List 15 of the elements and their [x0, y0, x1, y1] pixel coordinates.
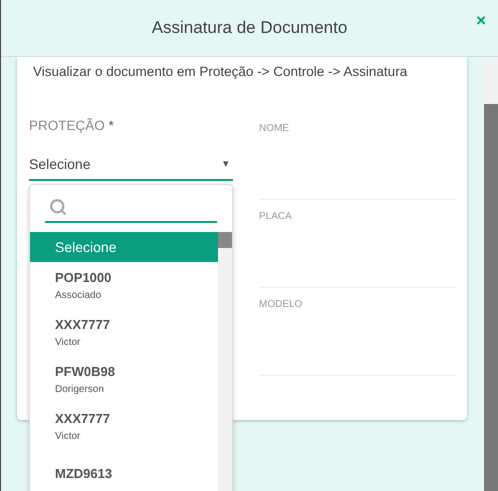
instruction-text: Visualizar o documento em Proteção -> Controle -> Assinatura [32, 63, 408, 81]
dropdown-option[interactable]: POP1000 Associado [30, 262, 218, 309]
field-label: MODELO [259, 299, 302, 310]
dropdown-option[interactable]: MZD9613 [30, 450, 218, 491]
caret-icon: ▾ [223, 156, 229, 173]
dropdown-option[interactable]: XXX7777 Victor [30, 403, 218, 450]
search-icon [49, 198, 67, 216]
select-field[interactable]: Selecione ▾ [29, 150, 233, 180]
scrollbar-thumb [218, 232, 232, 248]
window-title: Assinatura de Documento [152, 17, 348, 40]
field-label: PROTEÇÃO * [29, 117, 115, 136]
dropdown-option[interactable]: PFW0B98 Dorigerson [30, 356, 218, 403]
field-label: NOME [259, 123, 289, 134]
dropdown-option[interactable]: XXX7777 Victor [30, 309, 218, 356]
field-label: PLACA [259, 211, 292, 222]
